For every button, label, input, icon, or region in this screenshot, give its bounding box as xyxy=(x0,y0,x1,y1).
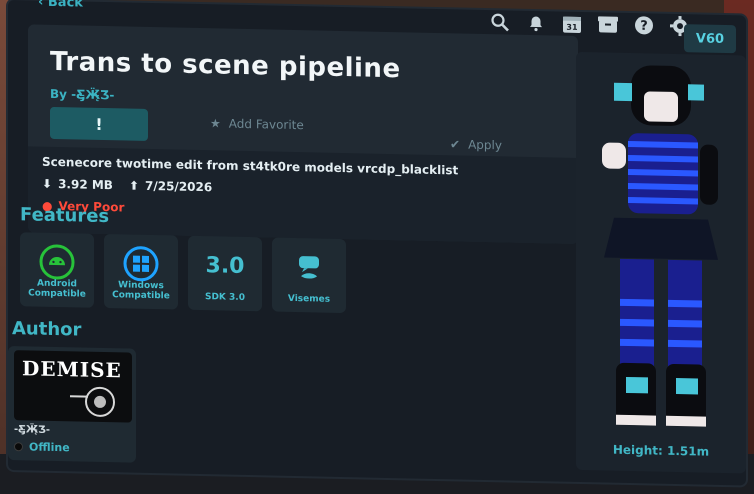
features-heading: Features xyxy=(20,204,110,228)
svg-text:?: ? xyxy=(640,19,648,34)
back-button[interactable]: ‹ Back xyxy=(38,0,83,11)
calendar-icon[interactable]: 31 xyxy=(560,12,584,37)
offline-dot-icon xyxy=(14,442,23,452)
feature-visemes-label: Visemes xyxy=(287,293,331,305)
feature-windows: Windows Compatible xyxy=(104,234,178,310)
avatar-description: Scenecore twotime edit from st4tk0re mod… xyxy=(42,154,459,178)
author-name: -Ƹ̵̡Ӝ̵̨̄Ʒ- xyxy=(14,424,50,436)
sdk-version-badge: 3.0 xyxy=(205,246,245,285)
action-row: ! ★ Add Favorite ✔ Apply xyxy=(50,106,570,152)
download-icon: ⬇ xyxy=(42,176,53,191)
android-icon xyxy=(38,243,76,282)
avatar-details-panel: ‹ Back 31 ? V 60 Trans to scene pipeline… xyxy=(8,0,746,486)
add-favorite-button[interactable]: ★ Add Favorite xyxy=(210,116,304,132)
author-heading: Author xyxy=(12,318,82,341)
feature-android-label: Android Compatible xyxy=(28,278,86,300)
credits-value: 60 xyxy=(705,31,725,47)
author-status-label: Offline xyxy=(29,440,70,455)
chevron-left-icon: ‹ xyxy=(38,0,48,10)
updated-value: 7/25/2026 xyxy=(145,178,213,195)
sdk-version-value: 3.0 xyxy=(205,252,245,279)
apply-label: Apply xyxy=(468,137,502,153)
apply-button[interactable]: ✔ Apply xyxy=(450,137,502,152)
features-list: Android Compatible Windows Compatible 3.… xyxy=(20,232,346,314)
visemes-icon xyxy=(290,248,328,287)
search-icon[interactable] xyxy=(488,10,512,35)
file-size: ⬇ 3.92 MB xyxy=(42,177,113,192)
feature-sdk-label: SDK 3.0 xyxy=(204,292,245,303)
add-favorite-label: Add Favorite xyxy=(228,116,304,133)
feature-sdk: 3.0 SDK 3.0 xyxy=(188,235,262,312)
avatar-height: Height: 1.51m xyxy=(612,442,710,459)
windows-icon xyxy=(122,244,160,283)
credits-button[interactable]: V 60 xyxy=(684,24,736,54)
star-icon: ★ xyxy=(210,116,221,131)
feature-windows-label: Windows Compatible xyxy=(112,280,170,302)
avatar-preview-figure xyxy=(602,65,718,427)
avatar-preview-panel[interactable]: Height: 1.51m xyxy=(576,51,746,474)
updated-date: ⬆ 7/25/2026 xyxy=(129,179,212,195)
back-label: Back xyxy=(47,0,83,11)
feature-android: Android Compatible xyxy=(20,232,94,308)
avatar-meta: ⬇ 3.92 MB ⬆ 7/25/2026 xyxy=(42,177,212,195)
credits-icon: V xyxy=(695,30,706,47)
upload-icon: ⬆ xyxy=(128,178,139,193)
file-size-value: 3.92 MB xyxy=(58,177,113,193)
inbox-icon[interactable] xyxy=(596,12,620,37)
description-strip: Scenecore twotime edit from st4tk0re mod… xyxy=(28,146,578,244)
author-card[interactable]: DEMISE -Ƹ̵̡Ӝ̵̨̄Ʒ- Offline xyxy=(8,346,136,463)
calendar-day: 31 xyxy=(566,23,578,32)
report-button[interactable]: ! xyxy=(50,106,148,141)
bell-icon[interactable] xyxy=(524,11,548,36)
avatar-title: Trans to scene pipeline xyxy=(50,46,401,85)
report-icon: ! xyxy=(95,114,103,134)
feature-visemes: Visemes xyxy=(272,237,346,314)
author-status: Offline xyxy=(14,440,70,454)
author-image-title: DEMISE xyxy=(22,356,122,383)
by-prefix: By xyxy=(50,86,67,102)
author-image: DEMISE xyxy=(14,350,132,423)
author-image-graphic xyxy=(70,386,115,417)
avatar-info-card: Trans to scene pipeline By -Ƹ̵̡Ӝ̵̨̄Ʒ- ! … xyxy=(28,24,578,244)
avatar-byline: By -Ƹ̵̡Ӝ̵̨̄Ʒ- xyxy=(50,87,114,102)
check-icon: ✔ xyxy=(450,137,461,152)
help-icon[interactable]: ? xyxy=(632,13,656,38)
author-link[interactable]: -Ƹ̵̡Ӝ̵̨̄Ʒ- xyxy=(71,87,114,102)
